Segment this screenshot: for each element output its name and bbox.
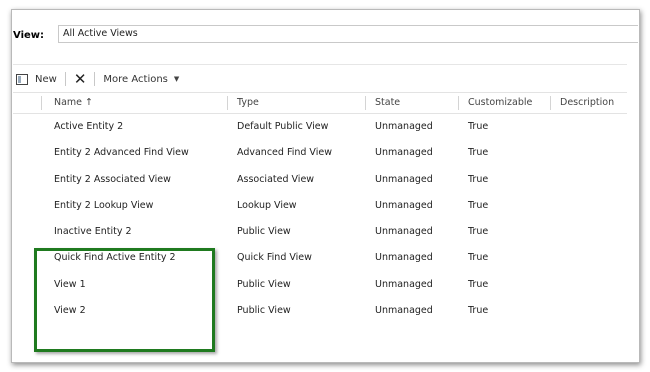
cell-state: Unmanaged xyxy=(375,305,433,317)
new-button-label: New xyxy=(35,73,57,85)
cell-customizable: True xyxy=(468,147,489,159)
cell-state: Unmanaged xyxy=(375,199,433,211)
cell-name[interactable]: View 1 xyxy=(54,272,86,298)
column-divider xyxy=(365,96,366,110)
cell-state: Unmanaged xyxy=(375,226,433,238)
more-actions-button[interactable]: More Actions ▼ xyxy=(103,74,179,85)
toolbar-divider xyxy=(13,64,627,65)
table-row[interactable]: Active Entity 2 Default Public View Unma… xyxy=(13,114,627,140)
cell-name[interactable]: Entity 2 Associated View xyxy=(54,167,171,193)
cell-name[interactable]: Inactive Entity 2 xyxy=(54,219,132,245)
table-row[interactable]: Entity 2 Advanced Find View Advanced Fin… xyxy=(13,140,627,166)
chevron-down-icon: ▼ xyxy=(173,75,180,83)
delete-icon[interactable]: ✕ xyxy=(74,72,87,87)
cell-type: Quick Find View xyxy=(237,252,312,264)
column-header-customizable[interactable]: Customizable xyxy=(468,93,532,113)
cell-name[interactable]: Entity 2 Lookup View xyxy=(54,193,153,219)
cell-customizable: True xyxy=(468,173,489,185)
new-record-icon xyxy=(16,73,28,85)
toolbar: New ✕ More Actions ▼ xyxy=(16,70,179,88)
cell-type: Lookup View xyxy=(237,199,297,211)
toolbar-separator xyxy=(64,72,66,86)
view-selector-bar: View: All Active Views xyxy=(13,25,638,44)
table-row[interactable]: Entity 2 Associated View Associated View… xyxy=(13,167,627,193)
cell-type: Public View xyxy=(237,278,291,290)
cell-name[interactable]: Entity 2 Advanced Find View xyxy=(54,140,189,166)
cell-type: Associated View xyxy=(237,173,315,185)
cell-customizable: True xyxy=(468,252,489,264)
more-actions-label: More Actions xyxy=(103,73,168,85)
new-button[interactable]: New xyxy=(16,73,57,85)
views-grid: Name ↑ Type State Customizable Descripti… xyxy=(13,92,627,324)
cell-type: Default Public View xyxy=(237,121,329,132)
cell-customizable: True xyxy=(468,278,489,290)
cell-type: Public View xyxy=(237,226,291,238)
cell-state: Unmanaged xyxy=(375,147,433,159)
table-row[interactable]: Inactive Entity 2 Public View Unmanaged … xyxy=(13,219,627,245)
column-header-type[interactable]: Type xyxy=(237,93,259,113)
cell-state: Unmanaged xyxy=(375,278,433,290)
column-divider xyxy=(550,96,551,110)
column-divider xyxy=(227,96,228,110)
cell-type: Advanced Find View xyxy=(237,147,332,159)
toolbar-separator xyxy=(94,72,96,86)
cell-state: Unmanaged xyxy=(375,173,433,185)
column-header-state[interactable]: State xyxy=(375,93,400,113)
cell-name[interactable]: Quick Find Active Entity 2 xyxy=(54,245,176,271)
view-dropdown[interactable]: All Active Views xyxy=(58,25,638,43)
table-row[interactable]: Entity 2 Lookup View Lookup View Unmanag… xyxy=(13,193,627,219)
column-header-description[interactable]: Description xyxy=(560,93,614,113)
cell-type: Public View xyxy=(237,305,291,317)
table-row[interactable]: View 1 Public View Unmanaged True xyxy=(13,272,627,298)
cell-name[interactable]: View 2 xyxy=(54,298,86,324)
cell-state: Unmanaged xyxy=(375,252,433,264)
cell-customizable: True xyxy=(468,226,489,238)
column-divider xyxy=(41,96,42,110)
column-divider xyxy=(458,96,459,110)
cell-customizable: True xyxy=(468,199,489,211)
cell-customizable: True xyxy=(468,305,489,317)
table-row[interactable]: View 2 Public View Unmanaged True xyxy=(13,298,627,324)
grid-header: Name ↑ Type State Customizable Descripti… xyxy=(13,92,627,114)
view-label: View: xyxy=(13,29,45,41)
cell-name[interactable]: Active Entity 2 xyxy=(54,114,123,140)
cell-customizable: True xyxy=(468,121,489,132)
column-header-name[interactable]: Name ↑ xyxy=(54,93,93,113)
table-row[interactable]: Quick Find Active Entity 2 Quick Find Vi… xyxy=(13,245,627,271)
cell-state: Unmanaged xyxy=(375,121,433,132)
